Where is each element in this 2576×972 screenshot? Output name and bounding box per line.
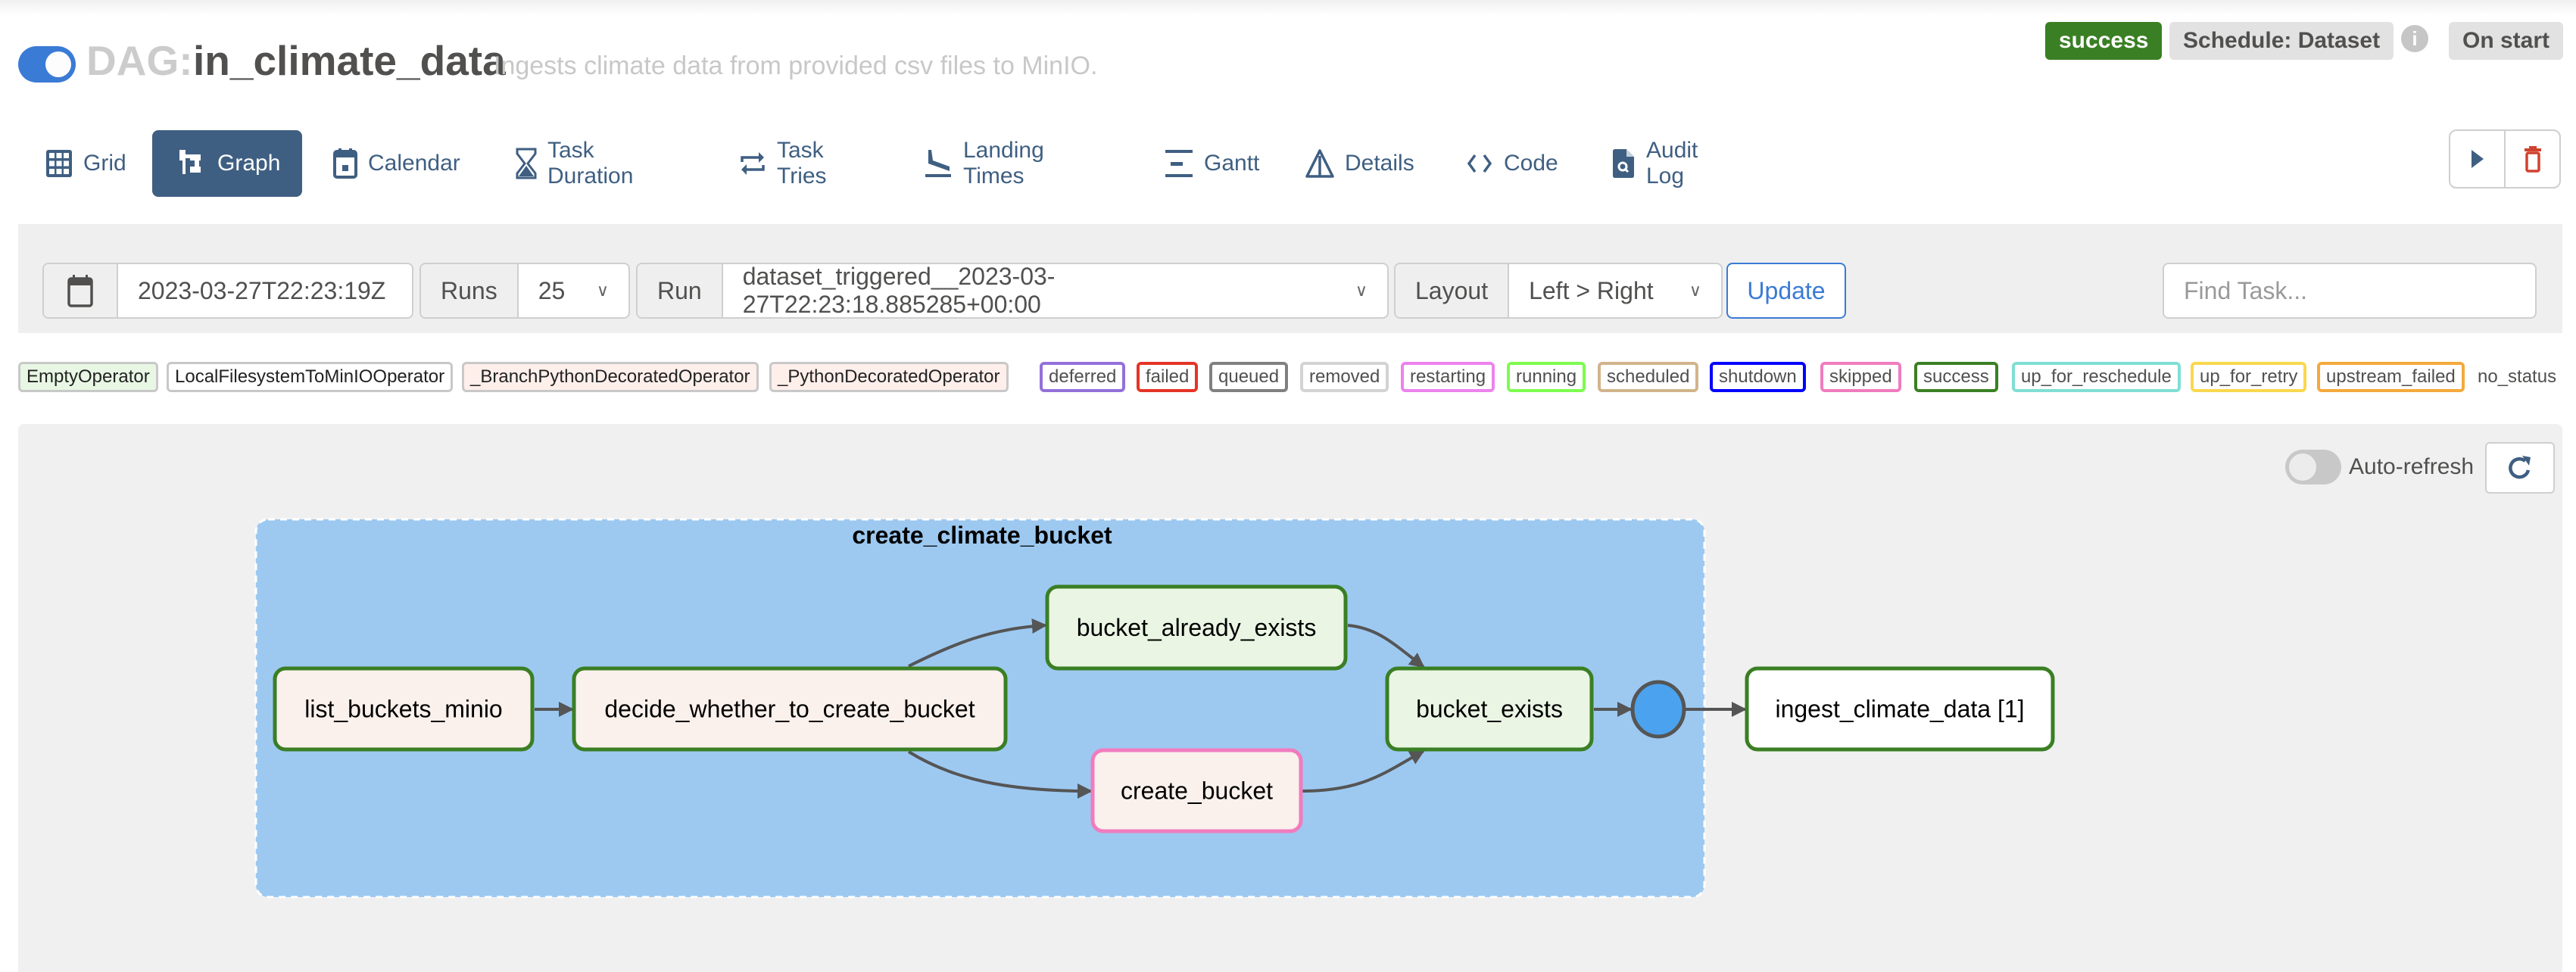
task-node-create-bucket[interactable]: create_bucket xyxy=(1090,748,1303,833)
task-node-label: list_buckets_minio xyxy=(304,696,502,723)
task-node-ingest-climate-data[interactable]: ingest_climate_data [1] xyxy=(1745,666,2055,752)
task-group-label: create_climate_bucket xyxy=(852,522,1112,549)
task-node-label: ingest_climate_data [1] xyxy=(1775,696,2024,723)
task-node-bucket-exists[interactable]: bucket_exists xyxy=(1385,666,1594,752)
task-node-bucket-already-exists[interactable]: bucket_already_exists xyxy=(1045,584,1348,671)
task-node-label: create_bucket xyxy=(1121,777,1273,805)
task-node-label: decide_whether_to_create_bucket xyxy=(604,696,975,723)
task-node-label: bucket_exists xyxy=(1416,696,1563,723)
dag-graph: create_climate_bucket list_buckets_minio… xyxy=(254,518,2055,899)
task-node-label: bucket_already_exists xyxy=(1077,614,1317,641)
task-group-join-node[interactable] xyxy=(1630,680,1686,739)
task-node-decide-whether-to-create-bucket[interactable]: decide_whether_to_create_bucket xyxy=(572,666,1008,752)
task-node-list-buckets-minio[interactable]: list_buckets_minio xyxy=(273,666,535,752)
